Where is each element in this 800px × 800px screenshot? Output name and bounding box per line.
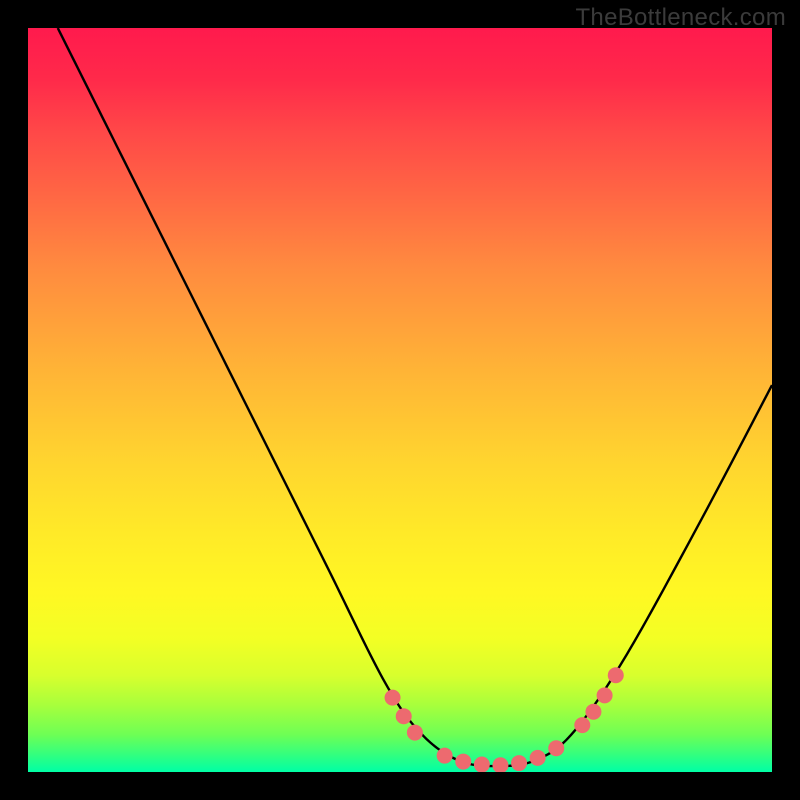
- marker-dot: [455, 754, 471, 770]
- marker-dot: [407, 725, 423, 741]
- marker-group: [385, 667, 624, 772]
- marker-dot: [597, 687, 613, 703]
- marker-dot: [385, 690, 401, 706]
- marker-dot: [530, 750, 546, 766]
- marker-dot: [548, 740, 564, 756]
- bottleneck-curve: [58, 28, 772, 766]
- marker-dot: [474, 757, 490, 772]
- plot-area: [28, 28, 772, 772]
- chart-frame: TheBottleneck.com: [0, 0, 800, 800]
- marker-dot: [437, 748, 453, 764]
- chart-svg: [28, 28, 772, 772]
- watermark-text: TheBottleneck.com: [575, 4, 786, 32]
- marker-dot: [396, 708, 412, 724]
- marker-dot: [608, 667, 624, 683]
- marker-dot: [492, 757, 508, 772]
- marker-dot: [511, 755, 527, 771]
- marker-dot: [574, 717, 590, 733]
- marker-dot: [585, 704, 601, 720]
